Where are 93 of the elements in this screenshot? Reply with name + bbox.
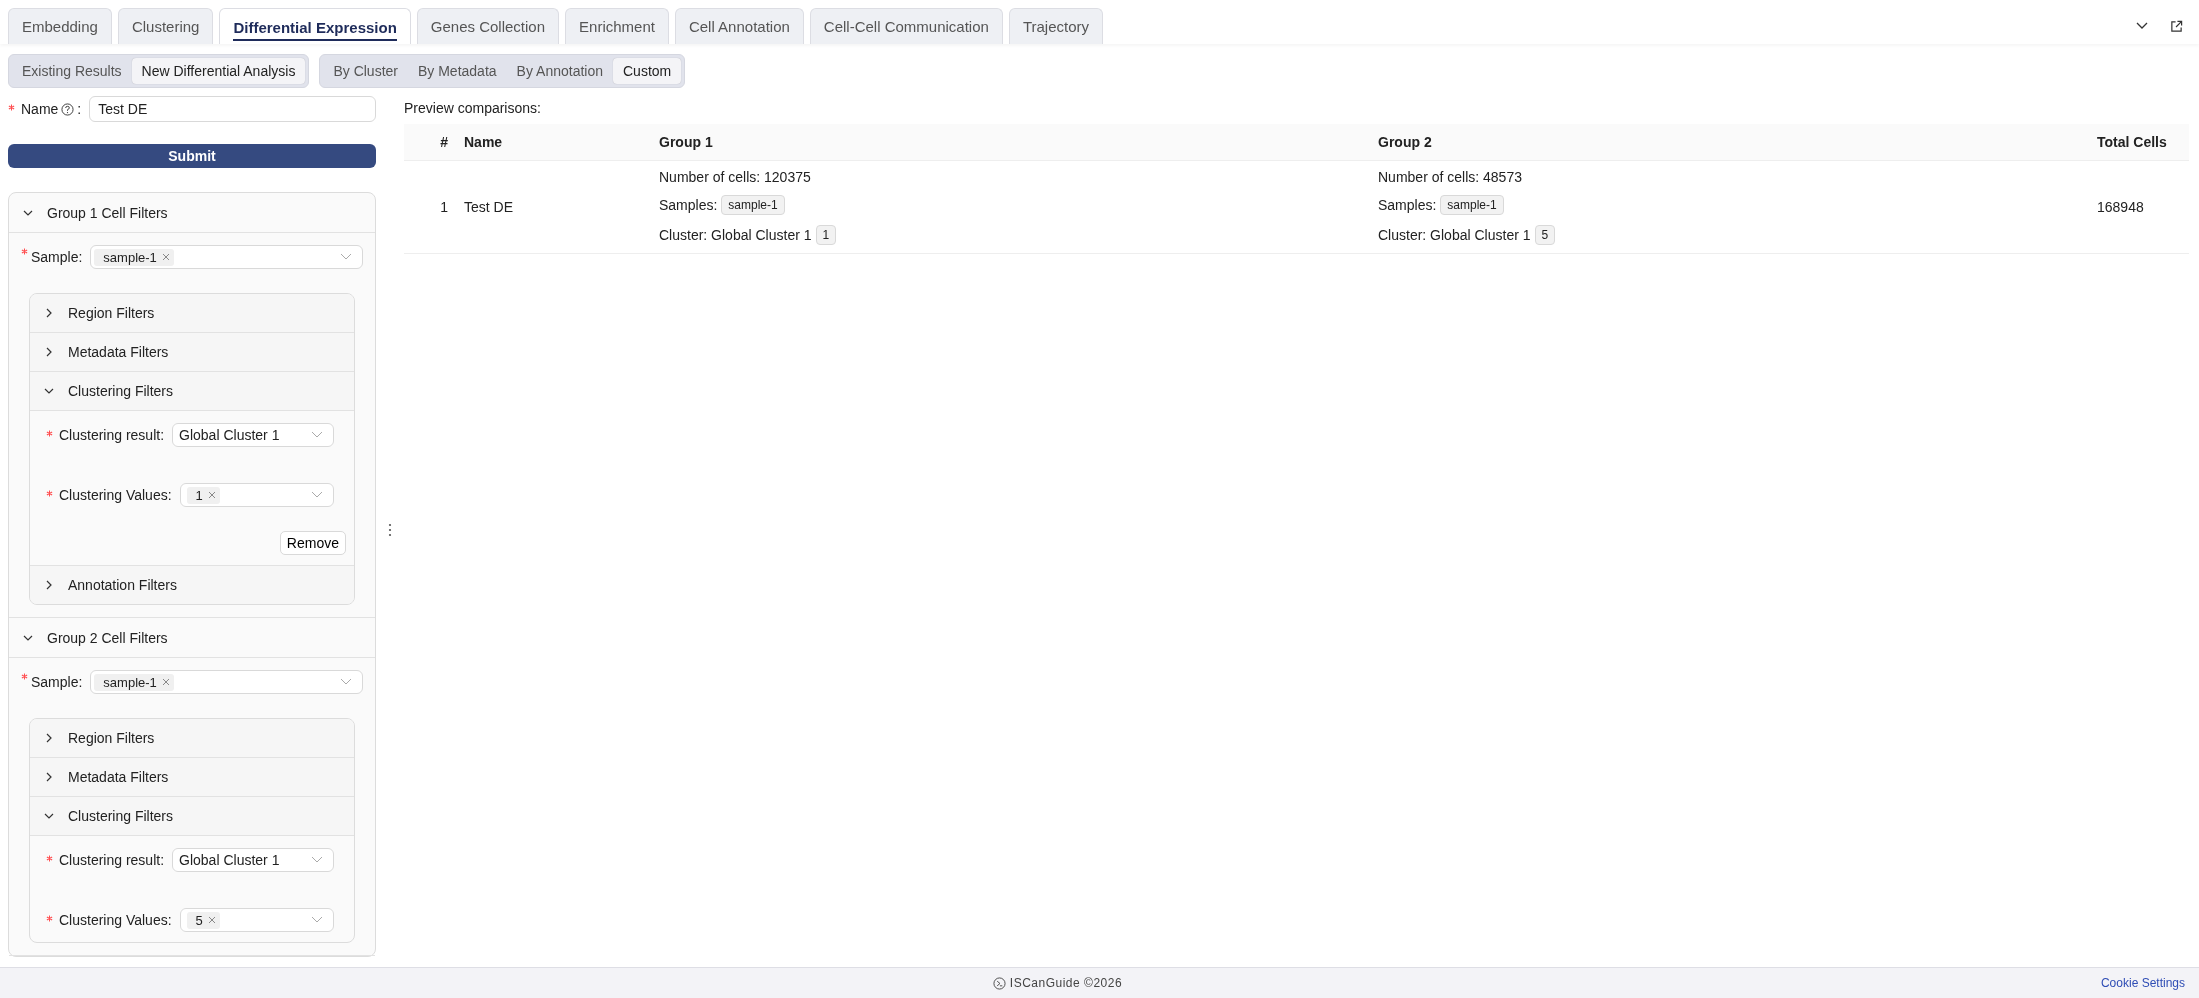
required-icon xyxy=(46,855,53,862)
column-header: Total Cells xyxy=(2089,124,2189,161)
cluster-tag: 5 xyxy=(1534,225,1556,245)
required-icon xyxy=(46,915,53,922)
close-icon[interactable] xyxy=(161,678,170,686)
column-header: # xyxy=(404,124,456,161)
tab[interactable]: Enrichment xyxy=(565,8,669,44)
brand-text: ISCanGuide ©2026 xyxy=(1009,976,1123,990)
field-label: Clustering Values: xyxy=(59,487,172,503)
chevron-right-icon[interactable] xyxy=(44,308,54,318)
chevron-down-icon[interactable] xyxy=(44,811,54,821)
close-icon[interactable] xyxy=(207,491,216,499)
submit-button[interactable]: Submit xyxy=(8,144,376,168)
filter-title[interactable]: Clustering Filters xyxy=(68,808,174,824)
filter-title[interactable]: Metadata Filters xyxy=(68,344,169,360)
caret-icon xyxy=(340,678,352,686)
required-icon xyxy=(21,248,28,255)
filter-title[interactable]: Region Filters xyxy=(68,305,155,321)
field-label: Sample: xyxy=(31,674,83,690)
selected-tag[interactable]: sample-1 xyxy=(94,248,174,266)
samples-label: Samples: xyxy=(1378,197,1437,213)
caret-icon xyxy=(340,253,352,261)
field-label: Clustering result: xyxy=(59,427,165,443)
required-icon xyxy=(46,430,53,437)
chevron-down-icon[interactable] xyxy=(44,386,54,396)
segment-tab[interactable]: Existing Results xyxy=(12,58,132,84)
tab[interactable]: Cell Annotation xyxy=(674,8,804,44)
drag-handle-icon[interactable] xyxy=(388,522,392,537)
close-icon[interactable] xyxy=(207,916,216,924)
field-label: Clustering Values: xyxy=(59,912,172,928)
filter-title[interactable]: Annotation Filters xyxy=(68,577,177,593)
samples-label: Samples: xyxy=(659,197,718,213)
segment-tab[interactable]: By Cluster xyxy=(323,58,408,84)
clustering-result-select[interactable]: Global Cluster 1 xyxy=(172,848,334,872)
required-icon xyxy=(46,490,53,497)
cell-count: Number of cells: 48573 xyxy=(1378,169,1522,185)
filter-title[interactable]: Clustering Filters xyxy=(68,383,174,399)
logo-icon xyxy=(992,976,1006,990)
preview-title: Preview comparisons: xyxy=(404,100,542,116)
table-cell: 168948 xyxy=(2089,161,2189,254)
group-title[interactable]: Group 1 Cell Filters xyxy=(47,204,168,221)
cookie-settings-link[interactable]: Cookie Settings xyxy=(2100,976,2185,990)
chevron-right-icon[interactable] xyxy=(44,580,54,590)
table-cell: Test DE xyxy=(456,161,651,254)
cell-count: Number of cells: 120375 xyxy=(659,169,811,185)
segment-tab[interactable]: Custom xyxy=(613,58,682,84)
close-icon[interactable] xyxy=(161,253,170,261)
group-title[interactable]: Group 2 Cell Filters xyxy=(47,629,168,646)
tab[interactable]: Differential Expression xyxy=(219,8,411,44)
chevron-right-icon[interactable] xyxy=(44,772,54,782)
selected-tag[interactable]: 1 xyxy=(186,486,220,504)
colon: : xyxy=(77,101,82,117)
selected-tag[interactable]: sample-1 xyxy=(94,673,174,691)
segment-tab[interactable]: By Metadata xyxy=(408,58,507,84)
column-header: Name xyxy=(456,124,651,161)
column-header: Group 1 xyxy=(651,124,1370,161)
sample-tag: sample-1 xyxy=(721,195,785,215)
tab[interactable]: Clustering xyxy=(117,8,214,44)
clustering-result-select[interactable]: Global Cluster 1 xyxy=(172,423,334,447)
sample-select[interactable]: sample-1 xyxy=(90,670,363,694)
cluster-tag: 1 xyxy=(815,225,837,245)
name-input[interactable]: Test DE xyxy=(89,96,376,122)
field-label: Sample: xyxy=(31,249,83,265)
caret-icon xyxy=(311,431,323,439)
caret-icon xyxy=(311,491,323,499)
cluster-label: Cluster: Global Cluster 1 xyxy=(1378,227,1531,243)
sample-select[interactable]: sample-1 xyxy=(90,245,363,269)
selected-tag[interactable]: 5 xyxy=(186,911,220,929)
table-cell: 1 xyxy=(404,161,456,254)
remove-button[interactable]: Remove xyxy=(279,531,346,555)
segment-tab[interactable]: New Differential Analysis xyxy=(131,58,306,84)
tab[interactable]: Cell-Cell Communication xyxy=(809,8,1003,44)
column-header: Group 2 xyxy=(1370,124,2089,161)
external-link-icon[interactable] xyxy=(2170,19,2183,33)
tab[interactable]: Trajectory xyxy=(1008,8,1103,44)
tab[interactable]: Embedding xyxy=(8,8,112,44)
filter-title[interactable]: Metadata Filters xyxy=(68,769,169,785)
cluster-label: Cluster: Global Cluster 1 xyxy=(659,227,812,243)
filter-title[interactable]: Region Filters xyxy=(68,730,155,746)
segment-tab[interactable]: By Annotation xyxy=(506,58,613,84)
chevron-right-icon[interactable] xyxy=(44,347,54,357)
sample-tag: sample-1 xyxy=(1440,195,1504,215)
tab[interactable]: Genes Collection xyxy=(416,8,560,44)
chevron-right-icon[interactable] xyxy=(44,733,54,743)
chevron-down-icon[interactable] xyxy=(2136,22,2148,30)
help-icon[interactable] xyxy=(61,102,75,116)
clustering-values-select[interactable]: 1 xyxy=(179,483,334,507)
caret-icon xyxy=(311,916,323,924)
field-label: Clustering result: xyxy=(59,852,165,868)
clustering-values-select[interactable]: 5 xyxy=(179,908,334,932)
required-icon xyxy=(21,673,28,680)
field-label: Name xyxy=(21,101,59,117)
caret-icon xyxy=(311,856,323,864)
